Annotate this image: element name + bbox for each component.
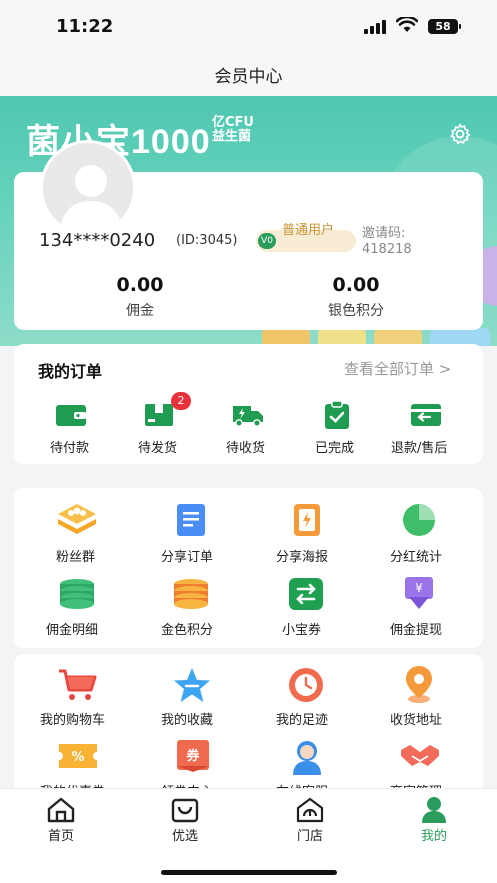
tab-selected-goods-label: 优选 xyxy=(171,829,198,844)
page-title: 会员中心 xyxy=(214,67,283,87)
withdraw-icon[interactable]: ¥ xyxy=(401,575,437,611)
nav-bar: 会员中心 xyxy=(0,52,497,96)
star-icon[interactable] xyxy=(172,666,212,704)
order-status-pending-payment[interactable]: 待付款 xyxy=(50,437,89,456)
feature-commission-withdraw[interactable]: 佣金提现 xyxy=(390,619,442,638)
service-my-footprints[interactable]: 我的足迹 xyxy=(276,709,328,728)
brand-sub-top: 亿CFU xyxy=(212,115,254,130)
home-icon xyxy=(47,797,75,823)
feature-dividend-stats[interactable]: 分红统计 xyxy=(390,546,442,565)
battery-icon: 58 xyxy=(428,19,458,34)
battery-cap xyxy=(459,24,461,29)
view-all-orders-link[interactable]: 查看全部订单 > xyxy=(344,358,451,379)
service-shipping-address[interactable]: 收货地址 xyxy=(390,709,442,728)
truck-icon[interactable] xyxy=(231,402,265,428)
service-my-favorites[interactable]: 我的收藏 xyxy=(161,709,213,728)
person-icon xyxy=(422,797,446,823)
ticket-icon[interactable]: 券 xyxy=(174,738,212,774)
wifi-icon xyxy=(396,17,418,32)
bag-icon xyxy=(171,798,199,823)
service-my-cart[interactable]: 我的购物车 xyxy=(40,709,105,728)
tab-home[interactable]: 首页 xyxy=(31,789,91,849)
brand-logo-sub: 亿CFU 益生菌 xyxy=(212,116,254,144)
tab-mine[interactable]: 我的 xyxy=(404,789,464,849)
handshake-icon[interactable] xyxy=(400,742,440,770)
silver-points-label[interactable]: 银色积分 xyxy=(296,300,416,320)
coupon-icon[interactable]: % xyxy=(57,740,99,772)
store-icon xyxy=(296,797,324,823)
pending-ship-badge: 2 xyxy=(171,392,191,410)
feature-commission-detail[interactable]: 佣金明细 xyxy=(46,619,98,638)
feature-fans-group[interactable]: 粉丝群 xyxy=(56,546,95,565)
home-indicator xyxy=(161,870,337,875)
user-phone: 134****0240 xyxy=(39,230,156,251)
brand-sub-bottom: 益生菌 xyxy=(212,129,252,144)
avatar[interactable] xyxy=(40,140,136,236)
cart-icon[interactable] xyxy=(57,668,99,702)
orders-title: 我的订单 xyxy=(38,362,103,381)
support-icon[interactable] xyxy=(288,737,326,775)
feature-share-order[interactable]: 分享订单 xyxy=(161,546,213,565)
feature-xiaobao-coupon[interactable]: 小宝券 xyxy=(282,619,321,638)
status-bar: 11:22 58 xyxy=(0,0,497,52)
commission-label[interactable]: 佣金 xyxy=(80,300,200,320)
user-id: (ID:3045) xyxy=(176,233,238,248)
tab-store-label: 门店 xyxy=(296,829,323,844)
commission-value[interactable]: 0.00 xyxy=(80,274,200,296)
coins-stack-icon[interactable] xyxy=(58,577,96,611)
order-status-pending-receipt[interactable]: 待收货 xyxy=(226,437,265,456)
feature-share-poster[interactable]: 分享海报 xyxy=(276,546,328,565)
package-icon[interactable] xyxy=(143,402,175,428)
fans-group-icon[interactable] xyxy=(56,502,98,538)
signal-icon xyxy=(364,20,388,34)
order-status-pending-shipment[interactable]: 待发货 xyxy=(138,437,177,456)
settings-gear-icon[interactable] xyxy=(448,122,472,146)
silver-points-value[interactable]: 0.00 xyxy=(296,274,416,296)
pie-chart-icon[interactable] xyxy=(400,502,438,538)
tab-home-label: 首页 xyxy=(47,829,74,844)
svg-text:券: 券 xyxy=(185,748,200,764)
bottom-tab-bar: 首页 优选 门店 我的 xyxy=(0,788,497,883)
exchange-icon[interactable] xyxy=(288,577,324,611)
share-poster-icon[interactable] xyxy=(292,502,322,538)
feature-gold-points[interactable]: 金色积分 xyxy=(161,619,213,638)
clipboard-check-icon[interactable] xyxy=(323,400,351,430)
svg-text:¥: ¥ xyxy=(415,581,423,595)
tab-mine-label: 我的 xyxy=(420,829,447,844)
level-name: 普通用户 xyxy=(282,223,335,238)
status-time: 11:22 xyxy=(56,16,114,37)
refund-icon[interactable] xyxy=(410,402,442,428)
invite-label: 邀请码: xyxy=(362,226,406,241)
tab-store[interactable]: 门店 xyxy=(280,789,340,849)
share-order-icon[interactable] xyxy=(174,502,208,538)
svg-text:%: % xyxy=(71,750,84,765)
order-status-completed[interactable]: 已完成 xyxy=(315,437,354,456)
wallet-icon[interactable] xyxy=(55,402,87,428)
clock-icon[interactable] xyxy=(287,666,325,704)
order-status-refund[interactable]: 退款/售后 xyxy=(391,437,447,456)
tab-selected-goods[interactable]: 优选 xyxy=(155,789,215,849)
location-icon[interactable] xyxy=(403,664,435,704)
invite-code[interactable]: 418218 xyxy=(362,242,412,257)
level-code: V0 xyxy=(258,233,276,249)
gold-coins-icon[interactable] xyxy=(172,577,210,611)
